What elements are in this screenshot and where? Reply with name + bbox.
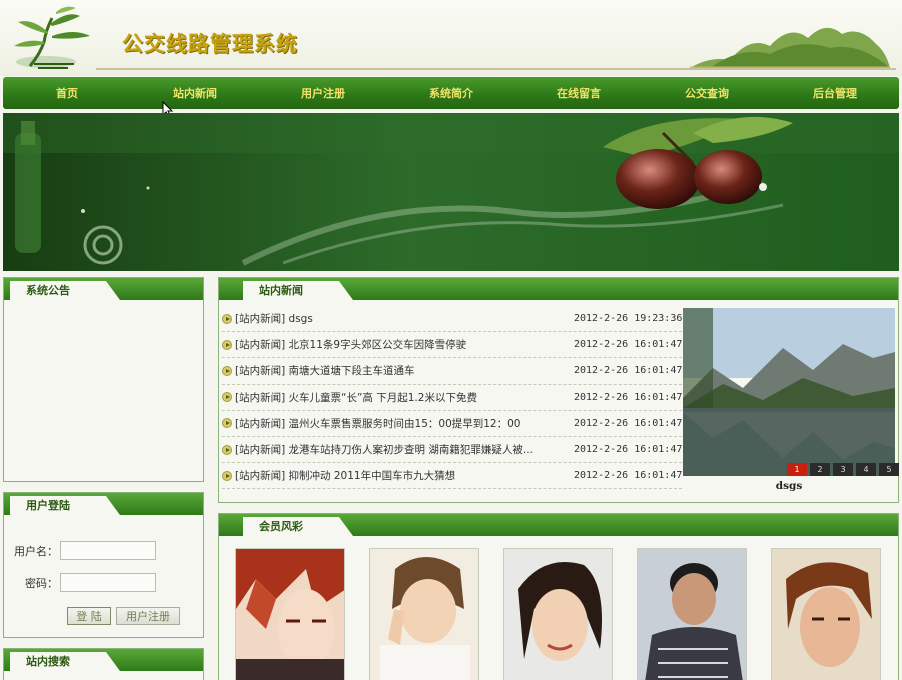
arrow-bullet-icon (222, 470, 232, 481)
logo-tree-icon (14, 6, 90, 69)
arrow-bullet-icon (222, 392, 232, 403)
list-item[interactable]: [站内新闻] 北京11条9字头郊区公交车因降雪停驶 2012-2-26 16:0… (222, 332, 682, 359)
login-title: 用户登陆 (10, 496, 120, 515)
search-panel: 站内搜索 (3, 648, 204, 680)
banner-olive-art (3, 113, 899, 271)
members-title: 会员风彩 (243, 517, 353, 536)
member-photo[interactable] (771, 548, 881, 680)
slideshow-pager: 1 2 3 4 5 (787, 463, 899, 476)
arrow-bullet-icon (222, 365, 232, 376)
nav-admin[interactable]: 后台管理 (771, 77, 899, 109)
pager-button[interactable]: 4 (856, 463, 876, 476)
nav-system-intro[interactable]: 系统简介 (387, 77, 515, 109)
header-hills-decoration (690, 27, 890, 68)
banner-image (3, 113, 899, 271)
nav-online-message[interactable]: 在线留言 (515, 77, 643, 109)
arrow-bullet-icon (222, 313, 232, 324)
list-item[interactable]: [站内新闻] 温州火车票售票服务时间由15：00提早到12：00 2012-2-… (222, 411, 682, 437)
news-panel: 站内新闻 [站内新闻] dsgs 2012-2-26 19:23:36 [站内新… (218, 277, 899, 503)
site-title: 公交线路管理系统 (122, 31, 298, 56)
members-panel: 会员风彩 (218, 513, 899, 680)
pager-button[interactable]: 2 (810, 463, 830, 476)
username-input[interactable] (60, 541, 156, 560)
arrow-bullet-icon (222, 444, 232, 455)
list-item[interactable]: [站内新闻] 南塘大道塘下段主车道通车 2012-2-26 16:01:47 (222, 358, 682, 385)
anime-portrait (236, 549, 344, 680)
nav-bus-query[interactable]: 公交查询 (643, 77, 771, 109)
nav-user-register[interactable]: 用户注册 (259, 77, 387, 109)
news-slideshow-image[interactable] (683, 308, 895, 476)
site-header: 公交线路管理系统 (0, 0, 902, 76)
news-list: [站内新闻] dsgs 2012-2-26 19:23:36 [站内新闻] 北京… (222, 306, 682, 490)
nav-home[interactable]: 首页 (3, 77, 131, 109)
member-portrait (638, 549, 746, 680)
list-item[interactable]: [站内新闻] 龙港车站持刀伤人案初步查明 湖南籍犯罪嫌疑人被... 2012-2… (222, 437, 682, 464)
mountain-lake-photo (683, 308, 895, 476)
member-photo[interactable] (369, 548, 479, 680)
notice-title: 系统公告 (10, 281, 120, 300)
login-panel: 用户登陆 用户名： 密码： 登 陆 用户注册 (3, 492, 204, 638)
list-item[interactable]: [站内新闻] 火车儿童票“长”高 下月起1.2米以下免费 2012-2-26 1… (222, 385, 682, 411)
member-photo[interactable] (503, 548, 613, 680)
arrow-bullet-icon (222, 418, 232, 429)
member-portrait (504, 549, 612, 680)
member-photo[interactable] (235, 548, 345, 680)
pager-button[interactable]: 5 (879, 463, 899, 476)
nav-site-news[interactable]: 站内新闻 (131, 77, 259, 109)
photo-caption[interactable]: dsgs (683, 480, 895, 492)
pager-button[interactable]: 3 (833, 463, 853, 476)
login-button[interactable]: 登 陆 (67, 607, 111, 625)
member-photo[interactable] (637, 548, 747, 680)
list-item[interactable]: [站内新闻] dsgs 2012-2-26 19:23:36 (222, 306, 682, 333)
header-divider (96, 68, 896, 70)
news-title: 站内新闻 (243, 281, 353, 300)
username-label: 用户名： (14, 544, 58, 558)
list-item[interactable]: [站内新闻] 抑制冲动 2011年中国车市九大猜想 2012-2-26 16:0… (222, 463, 682, 490)
password-label: 密码： (25, 576, 58, 590)
member-portrait (370, 549, 478, 680)
member-portrait (772, 549, 880, 680)
pager-button[interactable]: 1 (787, 463, 807, 476)
password-input[interactable] (60, 573, 156, 592)
main-nav: 首页 站内新闻 用户注册 系统简介 在线留言 公交查询 后台管理 (3, 77, 899, 109)
search-title: 站内搜索 (10, 652, 120, 671)
notice-panel: 系统公告 (3, 277, 204, 482)
arrow-bullet-icon (222, 339, 232, 350)
register-button[interactable]: 用户注册 (116, 607, 180, 625)
